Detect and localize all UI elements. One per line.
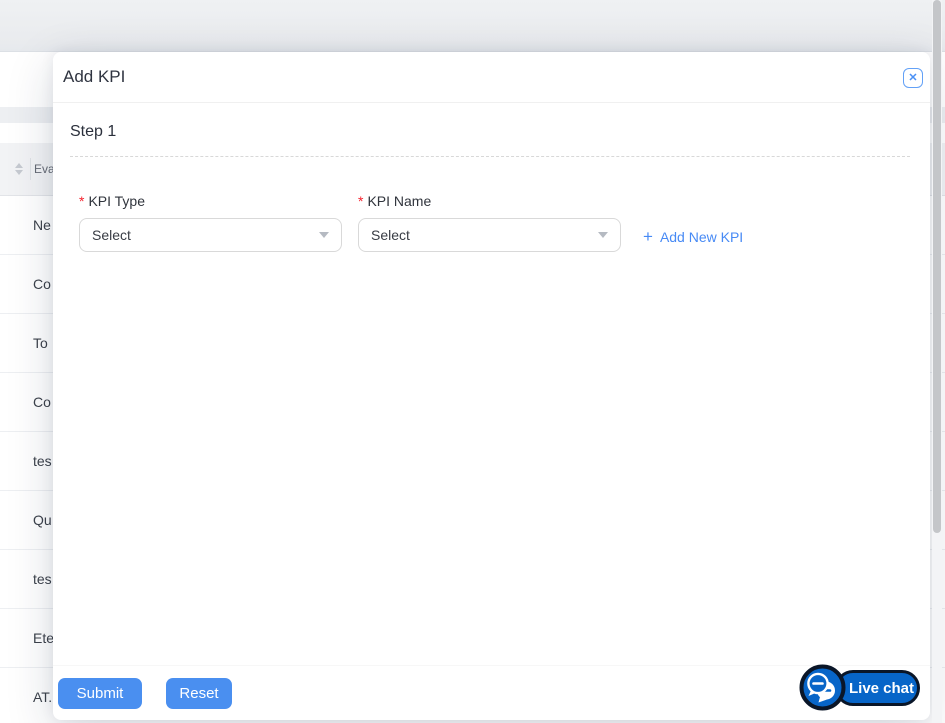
table-cell-text: Qu: [33, 512, 52, 528]
step-title: Step 1: [70, 123, 910, 141]
table-column-header: Eva: [34, 162, 55, 176]
chevron-down-icon: [319, 232, 329, 238]
required-mark: *: [358, 193, 363, 209]
app-screen: Eva Ne Co To Co tes Qu tes Ete AT. Add KPI ✕ Ste…: [0, 0, 945, 723]
kpi-type-label: *KPI Type: [79, 192, 342, 210]
chevron-down-icon: [598, 232, 608, 238]
table-cell-text: Co: [33, 394, 51, 410]
table-cell-text: Co: [33, 276, 51, 292]
kpi-form-row: *KPI Type Select *KPI Name Select: [79, 192, 910, 252]
table-cell-text: Ete: [33, 630, 54, 646]
reset-button[interactable]: Reset: [166, 678, 232, 709]
modal-header: Add KPI ✕: [53, 52, 930, 103]
add-new-kpi-link[interactable]: + Add New KPI: [643, 228, 743, 252]
required-mark: *: [79, 193, 84, 209]
kpi-name-select[interactable]: Select: [358, 218, 621, 252]
kpi-type-select-value: Select: [92, 227, 131, 243]
vertical-scrollbar-thumb[interactable]: [933, 0, 941, 533]
live-chat-widget[interactable]: Live chat: [799, 664, 920, 711]
add-kpi-modal: Add KPI ✕ Step 1 *KPI Type Select: [53, 52, 930, 720]
chat-bubbles-icon: [799, 664, 846, 711]
close-icon[interactable]: ✕: [903, 68, 923, 88]
kpi-name-label: *KPI Name: [358, 192, 621, 210]
table-cell-text: Ne: [33, 217, 51, 233]
plus-icon: +: [643, 229, 653, 245]
table-cell-text: To: [33, 335, 48, 351]
kpi-type-label-text: KPI Type: [88, 193, 145, 209]
step-divider: [70, 156, 910, 157]
kpi-type-field: *KPI Type Select: [79, 192, 342, 252]
live-chat-button[interactable]: Live chat: [835, 670, 920, 706]
kpi-name-select-value: Select: [371, 227, 410, 243]
sort-descending-icon: [15, 170, 23, 175]
submit-button[interactable]: Submit: [58, 678, 142, 709]
table-cell-text: tes: [33, 453, 52, 469]
kpi-name-label-text: KPI Name: [367, 193, 431, 209]
live-chat-label: Live chat: [849, 680, 914, 697]
table-cell-text: tes: [33, 571, 52, 587]
modal-body: Step 1 *KPI Type Select *KPI Name: [53, 123, 930, 252]
sort-ascending-icon: [15, 163, 23, 168]
table-cell-text: AT.: [33, 689, 52, 705]
modal-title: Add KPI: [63, 67, 125, 87]
sort-carets-icon[interactable]: [15, 163, 23, 175]
header-column-divider: [30, 158, 31, 180]
kpi-type-select[interactable]: Select: [79, 218, 342, 252]
add-new-kpi-label: Add New KPI: [660, 228, 743, 246]
top-navigation-bar: [0, 0, 945, 52]
kpi-name-field: *KPI Name Select: [358, 192, 621, 252]
